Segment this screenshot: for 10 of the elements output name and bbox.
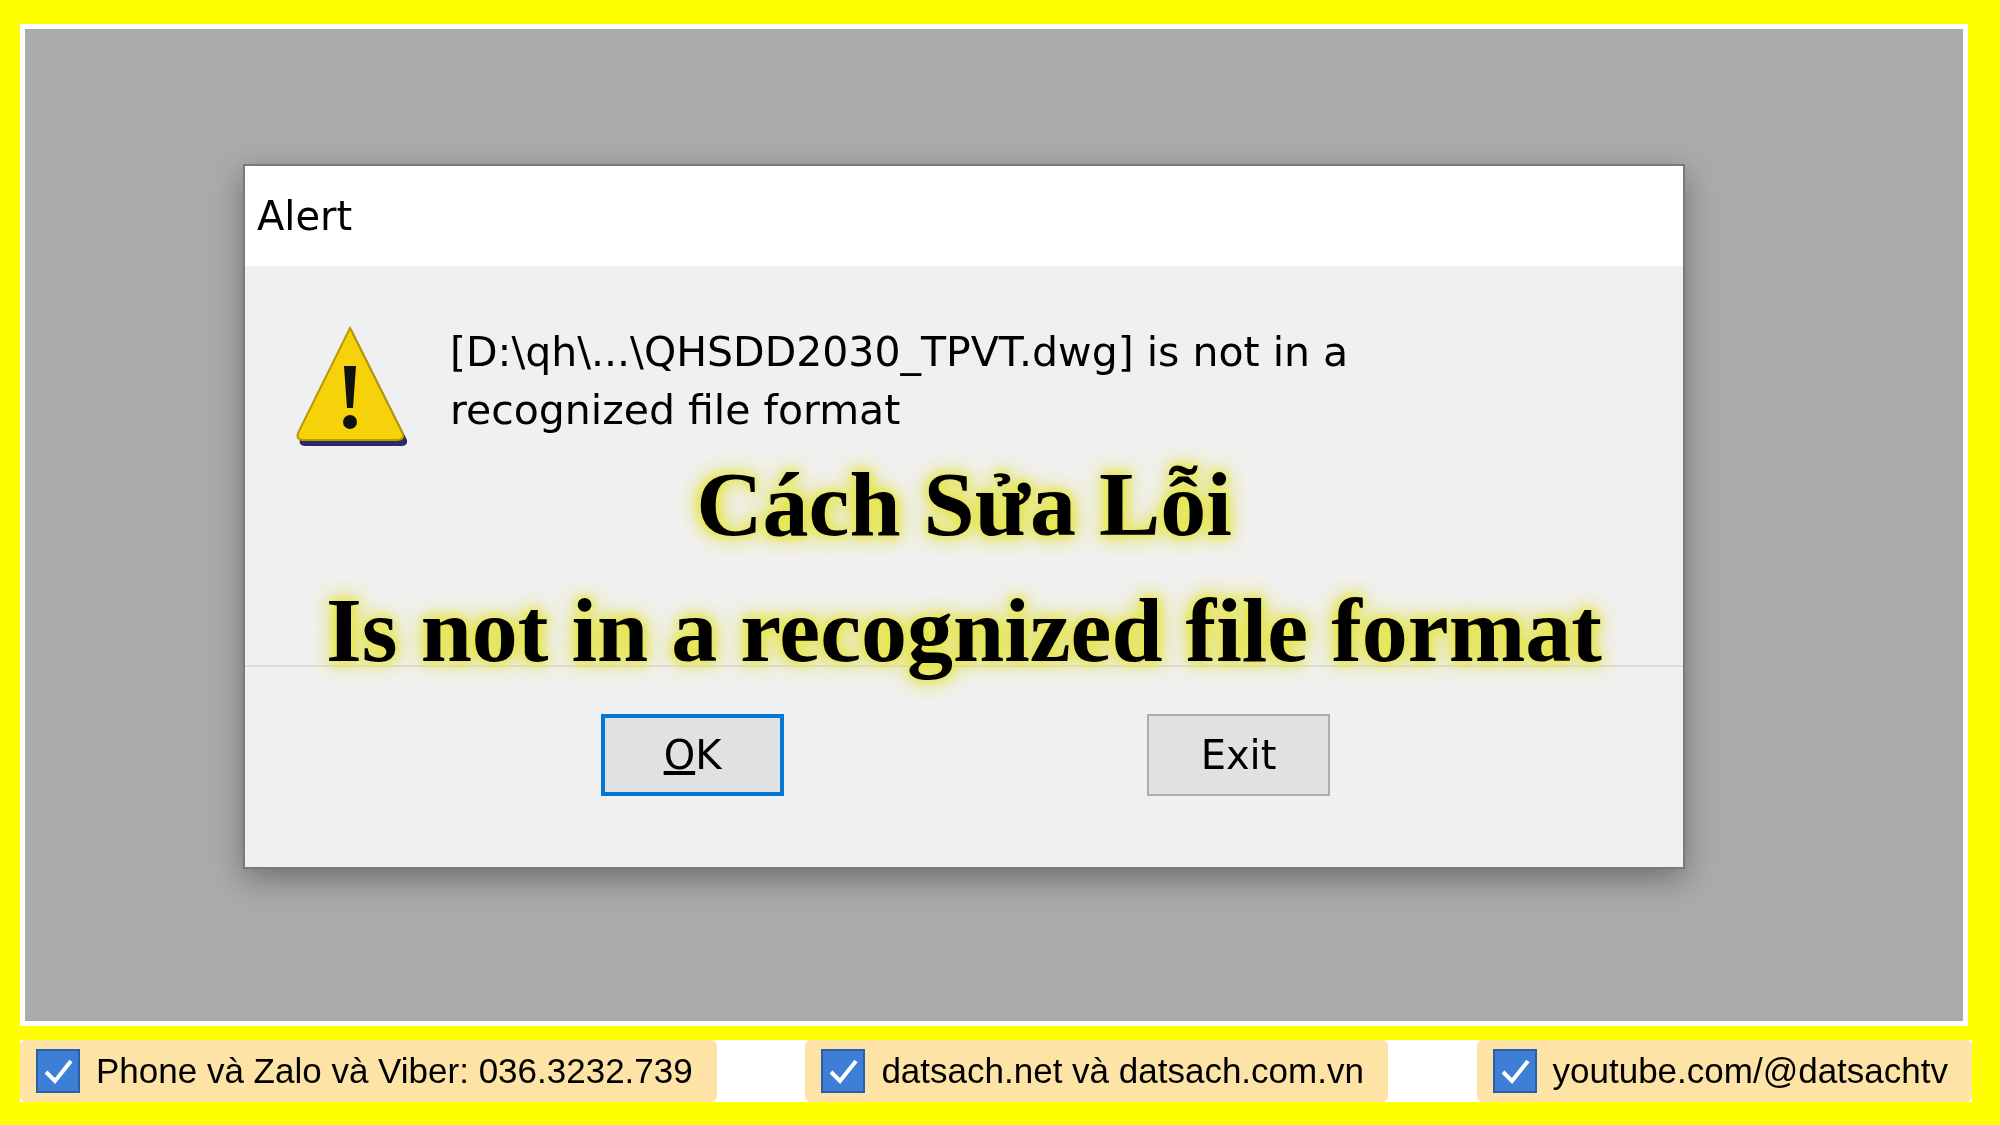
contact-text: datsach.net và datsach.com.vn bbox=[881, 1051, 1364, 1091]
window-title: Alert bbox=[257, 193, 353, 239]
contact-text: Phone và Zalo và Viber: 036.3232.739 bbox=[96, 1051, 693, 1091]
warning-icon bbox=[295, 326, 410, 448]
headline: Is not in a recognized file format bbox=[326, 578, 1602, 683]
alert-message: [D:\qh\...\QHSDD2030_TPVT.dwg] is not in a recognized file format bbox=[450, 327, 1350, 436]
contact-text: youtube.com/@datsachtv bbox=[1552, 1051, 1948, 1091]
dialog-button[interactable]: Exit bbox=[1147, 714, 1330, 796]
headline: Cách Sửa Lỗi bbox=[696, 452, 1232, 557]
dialog-button[interactable]: OK bbox=[601, 714, 784, 796]
